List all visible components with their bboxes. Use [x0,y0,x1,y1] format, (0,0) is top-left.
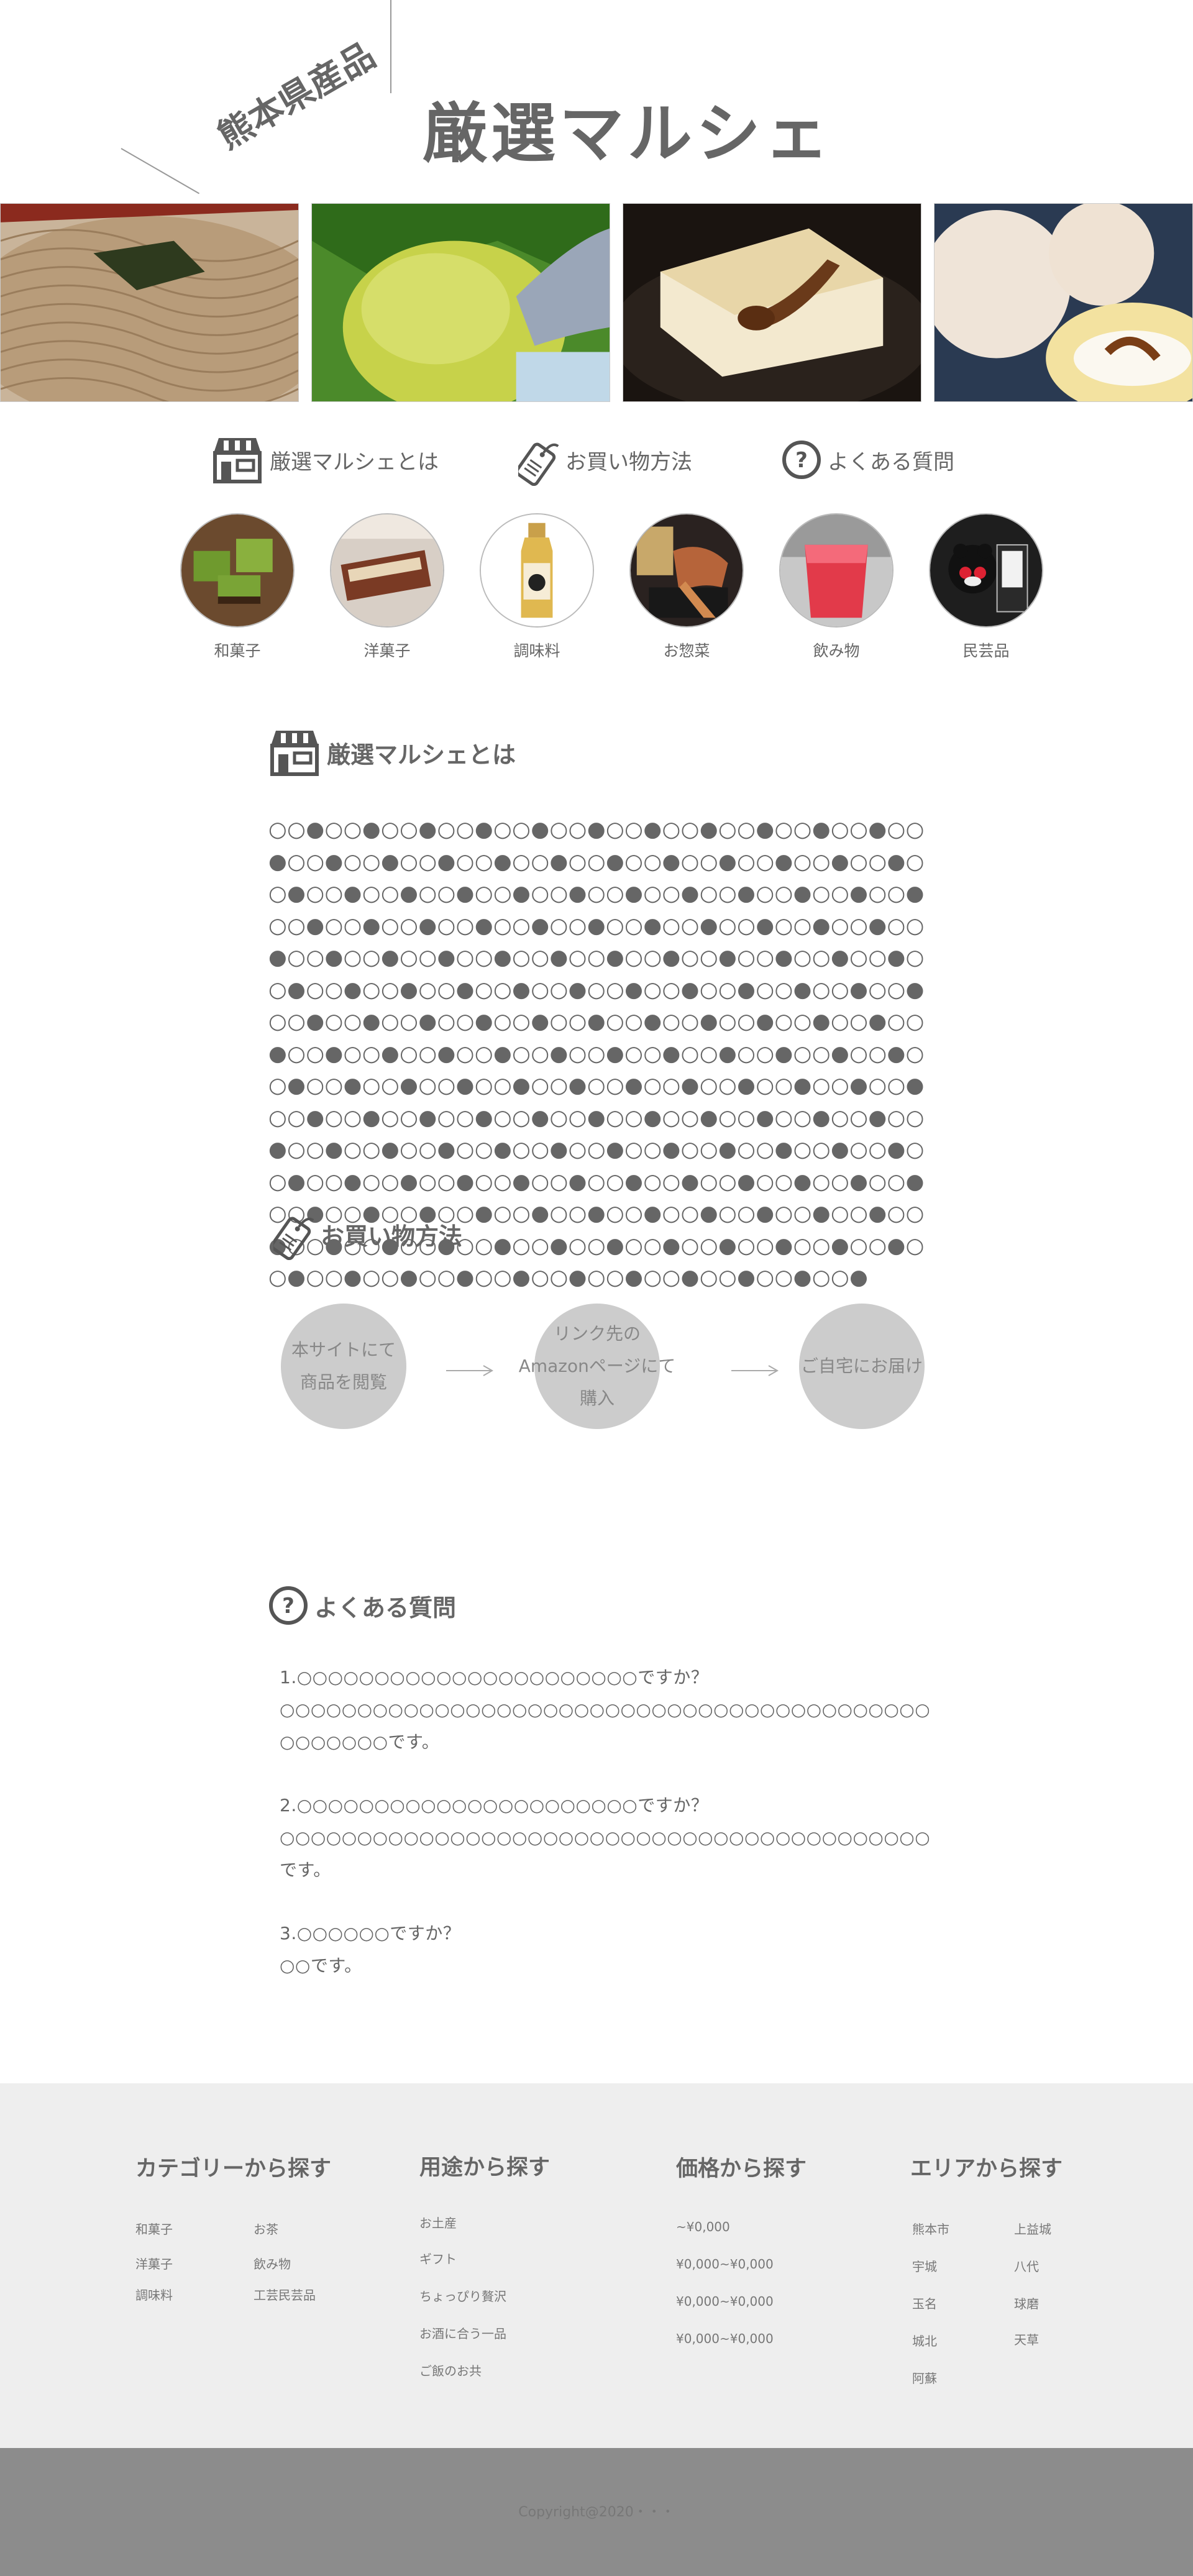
nav-faq[interactable]: ? よくある質問 [782,434,954,486]
matcha-icecream-photo [311,203,610,402]
site-title[interactable]: 厳選マルシェ [423,81,833,175]
category-label: 飲み物 [813,642,860,660]
category-wagashi[interactable]: 和菓子 [180,513,295,661]
howto-heading-text: お買い物方法 [321,1222,463,1250]
footer-link[interactable]: 阿蘇 [912,2368,937,2386]
copyright-text: Copyright@2020・・・ [518,2505,675,2520]
footer-link[interactable]: ¥0,000~¥0,000 [676,2257,774,2272]
footer-link[interactable]: 飲み物 [254,2254,291,2272]
category-label: 和菓子 [214,642,261,660]
footer-link[interactable]: ちょっぴり贅沢 [419,2286,506,2304]
step-purchase: リンク先の Amazonページにて 購入 [519,1304,675,1429]
faq-item: 2.○○○○○○○○○○○○○○○○○○○○○○ですか？ ○○○○○○○○○○○… [280,1789,932,1886]
faq-answer: ○○○○○○○○○○○○○○○○○○○○○○○○○○○○○○○○○○○○○○○○… [280,1827,931,1880]
faq-answer: ○○○○○○○○○○○○○○○○○○○○○○○○○○○○○○○○○○○○○○○○… [280,1699,931,1752]
footer-purpose-heading: 用途から探す [419,2155,551,2180]
footer-link[interactable]: 上益城 [1014,2219,1051,2237]
footer-link[interactable]: 工芸民芸品 [254,2285,316,2303]
nav-about-label: 厳選マルシェとは [270,449,439,475]
footer-link[interactable]: 玉名 [912,2294,937,2312]
tofu-pudding-photo [623,203,921,402]
footer-link[interactable]: ギフト [419,2249,457,2267]
side-dish-icon [629,513,744,628]
footer-link[interactable]: ~¥0,000 [676,2219,730,2234]
nav-faq-label: よくある質問 [828,449,954,475]
sauce-bottle-icon [480,513,594,628]
soba-photo [0,203,299,402]
step-browse: 本サイトにて 商品を閲覧 [281,1304,406,1429]
question-circle-icon: ? [268,1586,308,1625]
shop-icon [268,728,321,777]
about-heading: 厳選マルシェとは [268,728,516,777]
footer-area-heading: エリアから探す [910,2157,1063,2181]
footer-link[interactable]: 八代 [1014,2257,1039,2275]
cream-bun-photo [934,203,1193,402]
category-drinks[interactable]: 飲み物 [779,513,894,661]
header-subtitle: 熊本県産品 [211,35,382,157]
faq-item: 1.○○○○○○○○○○○○○○○○○○○○○○ですか？ ○○○○○○○○○○○… [280,1661,932,1758]
footer-link[interactable]: 調味料 [135,2285,173,2303]
footer-link[interactable]: お土産 [419,2213,457,2231]
footer-link[interactable]: 天草 [1014,2330,1039,2348]
footer-link[interactable]: お酒に合う一品 [419,2324,506,2342]
footer-price-heading: 価格から探す [676,2157,807,2181]
footer-link[interactable]: 城北 [912,2331,937,2349]
price-tag-icon [518,434,559,486]
faq-heading-text: よくある質問 [314,1594,457,1622]
footer-link[interactable]: ¥0,000~¥0,000 [676,2331,774,2346]
faq-answer: ○○です。 [280,1955,362,1976]
roll-cake-icon [330,513,444,628]
category-seasoning[interactable]: 調味料 [480,513,594,661]
category-crafts[interactable]: 民芸品 [929,513,1043,661]
shop-icon [211,436,263,484]
kumamon-figure-icon [929,513,1043,628]
question-circle-icon: ? [782,440,821,480]
header-diagonal-line [121,148,200,194]
header-vertical-line [390,0,391,93]
step-delivery: ご自宅にお届け [799,1304,925,1429]
faq-question: 3.○○○○○○ですか？ [280,1923,461,1943]
faq-heading: ? よくある質問 [268,1586,456,1625]
arrow-right-icon [731,1365,779,1376]
category-label: 洋菓子 [363,642,411,660]
svg-text:?: ? [795,448,808,473]
faq-item: 3.○○○○○○ですか？ ○○です。 [280,1917,932,1982]
category-yogashi[interactable]: 洋菓子 [330,513,444,661]
nav-about[interactable]: 厳選マルシェとは [211,434,439,486]
footer-link[interactable]: 宇城 [912,2257,937,2275]
nav-howto-label: お買い物方法 [565,449,692,475]
category-sozai[interactable]: お惣菜 [629,513,744,661]
category-label: 調味料 [513,642,560,660]
faq-question: 2.○○○○○○○○○○○○○○○○○○○○○○ですか？ [280,1795,709,1816]
footer-link[interactable]: お茶 [254,2219,278,2237]
about-heading-text: 厳選マルシェとは [327,741,516,769]
footer-link[interactable]: 球磨 [1014,2294,1039,2312]
footer-link[interactable]: 洋菓子 [135,2254,173,2272]
svg-text:?: ? [282,1594,295,1619]
footer-link[interactable]: 熊本市 [912,2219,949,2237]
red-drink-icon [779,513,894,628]
category-label: 民芸品 [962,642,1010,660]
arrow-right-icon [446,1365,494,1376]
footer-link[interactable]: ¥0,000~¥0,000 [676,2294,774,2309]
faq-question: 1.○○○○○○○○○○○○○○○○○○○○○○ですか？ [280,1667,709,1688]
footer-link[interactable]: 和菓子 [135,2219,173,2237]
nav-howto[interactable]: お買い物方法 [518,434,692,486]
price-tag-icon [273,1208,314,1260]
matcha-cake-icon [180,513,295,628]
footer-category-heading: カテゴリーから探す [135,2157,332,2181]
howto-heading: お買い物方法 [273,1208,462,1260]
footer-link[interactable]: ご飯のお共 [419,2361,482,2379]
category-label: お惣菜 [663,642,710,660]
